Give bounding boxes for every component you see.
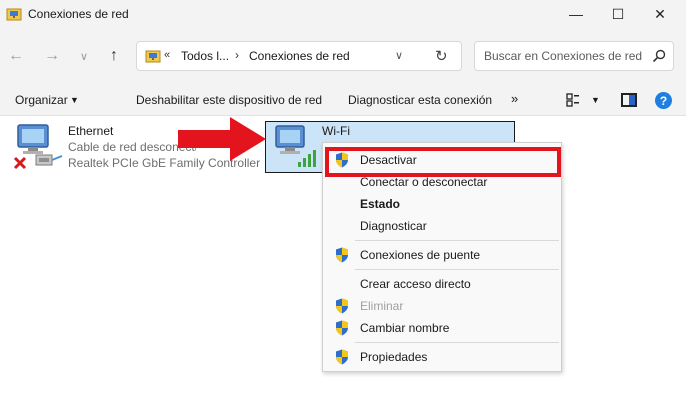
adapter-list: Ethernet Cable de red desconectado Realt… xyxy=(0,117,686,406)
menu-separator xyxy=(355,240,559,241)
breadcrumb-separator[interactable]: › xyxy=(235,48,239,62)
search-icon[interactable] xyxy=(651,48,667,64)
menu-item-label: Conectar o desconectar xyxy=(360,175,488,189)
view-dropdown-icon[interactable]: ▼ xyxy=(591,95,600,105)
more-commands-button[interactable]: » xyxy=(511,91,518,106)
refresh-icon[interactable]: ↻ xyxy=(435,47,448,65)
red-arrow-annotation xyxy=(178,117,266,161)
help-icon[interactable]: ? xyxy=(655,92,672,109)
menu-item-eliminar[interactable]: Eliminar xyxy=(323,295,561,317)
wifi-adapter-icon xyxy=(275,125,316,167)
menu-item-label: Eliminar xyxy=(360,299,404,313)
menu-item-crear-acceso[interactable]: Crear acceso directo xyxy=(323,273,561,295)
menu-item-diagnosticar[interactable]: Diagnosticar xyxy=(323,215,561,237)
uac-shield-icon xyxy=(336,247,348,263)
menu-separator xyxy=(355,342,559,343)
navigation-bar: ← → ∨ ↑ « Todos l... › Conexiones de red… xyxy=(0,28,686,84)
address-dropdown-icon[interactable]: ∨ xyxy=(395,49,403,62)
forward-button[interactable]: → xyxy=(40,44,64,68)
search-box[interactable]: Buscar en Conexiones de red xyxy=(474,41,674,71)
preview-pane-icon[interactable] xyxy=(621,93,637,107)
organize-dropdown-icon[interactable]: ▼ xyxy=(70,95,79,105)
back-button[interactable]: ← xyxy=(4,44,28,68)
ethernet-disconnected-icon xyxy=(13,124,63,170)
menu-item-label: Conexiones de puente xyxy=(360,248,481,262)
breadcrumb-current[interactable]: Conexiones de red xyxy=(249,49,350,63)
adapter-name: Wi-Fi xyxy=(322,124,350,138)
menu-item-label: Cambiar nombre xyxy=(360,321,450,335)
adapter-name: Ethernet xyxy=(68,124,114,138)
menu-item-label: Estado xyxy=(360,197,401,211)
search-input[interactable]: Buscar en Conexiones de red xyxy=(484,49,642,63)
uac-shield-icon xyxy=(336,349,348,365)
adapter-status: Cable de red desconectado xyxy=(68,140,196,154)
close-button[interactable]: ✕ xyxy=(640,0,680,28)
view-options-icon[interactable] xyxy=(566,93,580,107)
menu-item-label: Crear acceso directo xyxy=(360,277,471,291)
menu-item-label: Diagnosticar xyxy=(360,219,427,233)
maximize-button[interactable]: ☐ xyxy=(598,0,638,28)
up-button[interactable]: ↑ xyxy=(102,44,126,68)
address-bar[interactable]: « Todos l... › Conexiones de red ∨ ↻ xyxy=(136,41,462,71)
disable-device-button[interactable]: Deshabilitar este dispositivo de red xyxy=(136,93,322,107)
menu-item-conexiones-puente[interactable]: Conexiones de puente xyxy=(323,244,561,266)
breadcrumb-overflow[interactable]: « xyxy=(164,49,170,61)
red-highlight-annotation xyxy=(325,147,561,177)
menu-separator xyxy=(355,269,559,270)
network-folder-icon xyxy=(145,50,161,63)
menu-item-propiedades[interactable]: Propiedades xyxy=(323,346,561,368)
network-folder-icon xyxy=(6,8,22,21)
menu-item-estado[interactable]: Estado xyxy=(323,193,561,215)
breadcrumb-all[interactable]: Todos l... xyxy=(181,49,229,63)
uac-shield-icon xyxy=(336,298,348,314)
organize-button[interactable]: Organizar xyxy=(15,93,68,107)
command-bar: Organizar ▼ Deshabilitar este dispositiv… xyxy=(0,84,686,116)
title-bar: Conexiones de red — ☐ ✕ xyxy=(0,0,686,28)
menu-item-cambiar-nombre[interactable]: Cambiar nombre xyxy=(323,317,561,339)
diagnose-button[interactable]: Diagnosticar esta conexión xyxy=(348,93,492,107)
menu-item-label: Propiedades xyxy=(360,350,428,364)
uac-shield-icon xyxy=(336,320,348,336)
minimize-button[interactable]: — xyxy=(556,0,596,28)
context-menu: Desactivar Conectar o desconectar Estado… xyxy=(322,142,562,372)
recent-locations-button[interactable]: ∨ xyxy=(72,44,96,68)
window-title: Conexiones de red xyxy=(28,7,129,21)
